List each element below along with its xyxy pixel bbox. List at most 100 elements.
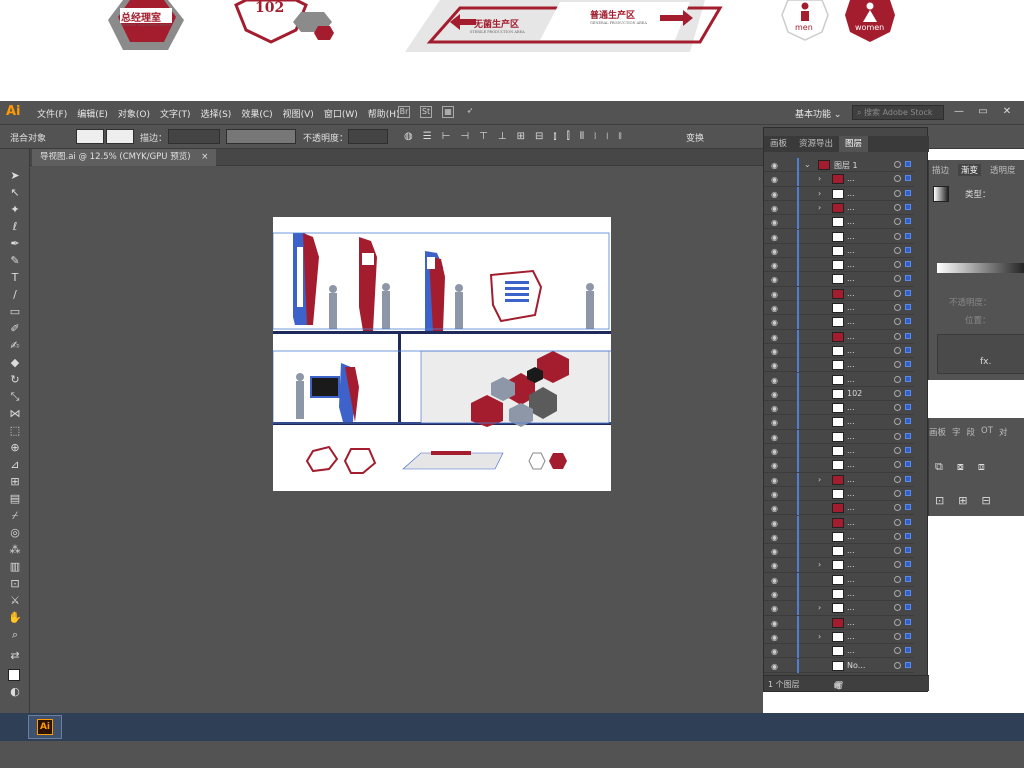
minimize-button[interactable]: — [950, 106, 968, 117]
magic-wand-icon[interactable]: ✦ [8, 203, 22, 217]
visibility-eye-icon[interactable]: ◉ [771, 633, 778, 642]
visibility-eye-icon[interactable]: ◉ [771, 576, 778, 585]
expand-arrow-icon[interactable]: › [818, 174, 821, 183]
hand-tool-icon[interactable]: ✋ [8, 611, 22, 625]
target-circle-icon[interactable] [894, 590, 901, 597]
target-circle-icon[interactable] [894, 532, 901, 540]
selection-square-icon[interactable] [905, 661, 911, 668]
selection-square-icon[interactable] [905, 275, 911, 282]
visibility-eye-icon[interactable]: ◉ [771, 204, 778, 213]
blend-tool-icon[interactable]: ◎ [8, 526, 22, 540]
pathfinder-divide-icon[interactable]: ⊡ [935, 494, 944, 507]
visibility-eye-icon[interactable]: ◉ [771, 218, 778, 227]
layer-row[interactable]: ◉... [764, 329, 914, 344]
tab-opentype[interactable]: OT [981, 426, 993, 438]
target-circle-icon[interactable] [894, 418, 901, 426]
selection-square-icon[interactable] [905, 618, 911, 625]
target-circle-icon[interactable] [894, 504, 901, 512]
layer-row[interactable]: ◉... [764, 415, 914, 430]
target-circle-icon[interactable] [894, 161, 901, 168]
selection-square-icon[interactable] [905, 304, 911, 310]
layer-row[interactable]: ◉ ›... [764, 200, 914, 216]
pathfinder-trim-icon[interactable]: ⊞ [958, 494, 967, 507]
distribute-icon[interactable]: ☰ [423, 131, 432, 142]
menu-item[interactable]: 效果(C) [236, 107, 277, 120]
menu-item[interactable]: 窗口(W) [319, 107, 363, 120]
selection-square-icon[interactable] [905, 261, 911, 268]
target-circle-icon[interactable] [894, 361, 901, 369]
visibility-eye-icon[interactable]: ◉ [771, 461, 778, 470]
target-circle-icon[interactable] [894, 575, 901, 583]
menu-item[interactable]: 视图(V) [278, 107, 319, 120]
layer-row[interactable]: ◉ ›... [764, 472, 914, 487]
visibility-eye-icon[interactable]: ◉ [771, 476, 778, 485]
visibility-eye-icon[interactable]: ◉ [771, 233, 778, 242]
dist-left-icon[interactable]: ⫾ [553, 131, 556, 142]
visibility-eye-icon[interactable]: ◉ [771, 533, 778, 542]
align-center-icon[interactable]: ⊣ [460, 131, 469, 142]
target-circle-icon[interactable] [894, 618, 901, 626]
fx-icon[interactable]: fx. [980, 357, 991, 367]
visibility-eye-icon[interactable]: ◉ [771, 490, 778, 499]
layer-row[interactable]: ◉... [764, 372, 914, 387]
selection-square-icon[interactable] [905, 232, 911, 239]
selection-tool-icon[interactable]: ➤ [8, 169, 22, 183]
arrange-documents-icon[interactable]: ▦ [442, 106, 454, 118]
draw-mode-icon[interactable]: ◐ [8, 685, 22, 699]
scale-tool-icon[interactable]: ⤡ [8, 390, 22, 404]
tab-align[interactable]: 对 [999, 426, 1008, 438]
taskbar-illustrator-button[interactable]: Ai [28, 715, 62, 739]
pathfinder-intersect-icon[interactable]: ⧈ [978, 460, 985, 474]
layer-row[interactable]: ◉ ›... [764, 172, 914, 187]
selection-square-icon[interactable] [905, 447, 911, 453]
menu-item[interactable]: 选择(S) [196, 107, 237, 120]
expand-arrow-icon[interactable]: › [818, 189, 821, 198]
layer-row[interactable]: ◉... [764, 572, 914, 587]
layer-row[interactable]: ◉ ›... [764, 186, 914, 201]
pathfinder-merge-icon[interactable]: ⊟ [981, 494, 990, 507]
selection-square-icon[interactable] [905, 604, 911, 611]
selection-square-icon[interactable] [905, 404, 911, 411]
layer-row[interactable]: ◉... [764, 301, 914, 316]
layer-row[interactable]: ◉ 102 [764, 386, 914, 402]
target-circle-icon[interactable] [894, 561, 901, 569]
canvas-area[interactable] [30, 166, 763, 719]
selection-square-icon[interactable] [905, 389, 911, 396]
target-circle-icon[interactable] [894, 447, 901, 454]
pathfinder-minus-icon[interactable]: ⧇ [957, 460, 964, 474]
visibility-eye-icon[interactable]: ◉ [771, 275, 778, 284]
visibility-eye-icon[interactable]: ◉ [771, 304, 778, 313]
layer-row[interactable]: ◉... [764, 315, 914, 330]
visibility-eye-icon[interactable]: ◉ [771, 333, 778, 342]
target-circle-icon[interactable] [894, 175, 901, 183]
close-tab-button[interactable]: × [201, 152, 208, 162]
layer-row-parent[interactable]: ◉ ⌄ 图层 1 [764, 158, 914, 173]
selection-square-icon[interactable] [905, 203, 911, 210]
layer-row[interactable]: ◉ ›... [764, 629, 914, 645]
dist-right-icon[interactable]: ⦀ [580, 131, 584, 142]
gradient-tool-icon[interactable]: ▤ [8, 492, 22, 506]
visibility-eye-icon[interactable]: ◉ [771, 590, 778, 599]
artboard[interactable] [273, 217, 611, 491]
target-circle-icon[interactable] [894, 604, 901, 612]
selection-square-icon[interactable] [905, 332, 911, 339]
layer-row[interactable]: ◉... [764, 429, 914, 444]
selection-square-icon[interactable] [905, 218, 911, 225]
layer-row[interactable]: ◉... [764, 343, 914, 359]
slice-tool-icon[interactable]: ⚔ [8, 594, 22, 608]
tab-layers[interactable]: 图层 [839, 136, 869, 152]
selection-square-icon[interactable] [905, 547, 911, 554]
layer-row[interactable]: ◉... [764, 286, 914, 301]
target-circle-icon[interactable] [894, 203, 901, 211]
selection-square-icon[interactable] [905, 561, 911, 568]
tab-transparency[interactable]: 透明度 [987, 164, 1019, 176]
selection-square-icon[interactable] [905, 590, 911, 596]
menu-item[interactable]: 对象(O) [113, 107, 155, 120]
target-circle-icon[interactable] [894, 275, 901, 283]
visibility-eye-icon[interactable]: ◉ [771, 190, 778, 199]
layer-row[interactable]: ◉... [764, 444, 914, 459]
selection-square-icon[interactable] [905, 632, 911, 639]
zoom-tool-icon[interactable]: ⌕ [8, 628, 22, 642]
selection-square-icon[interactable] [905, 518, 911, 525]
recolor-icon[interactable]: ◍ [404, 131, 413, 142]
